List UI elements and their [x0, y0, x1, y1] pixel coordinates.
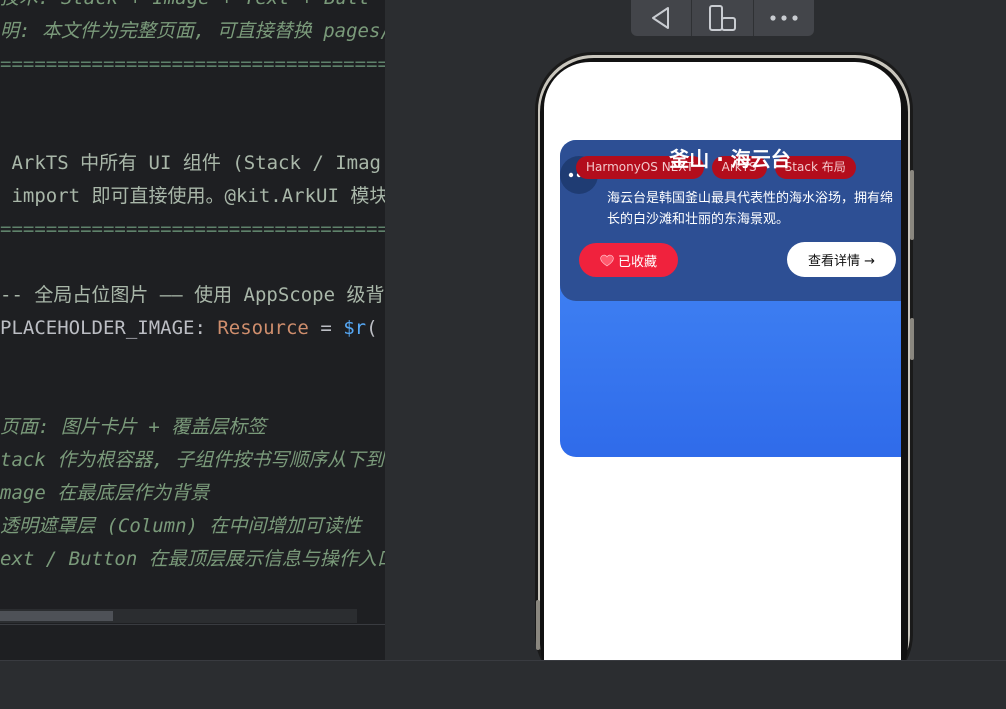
- code-line: =====================================: [0, 218, 385, 240]
- code-line: 明: 本文件为完整页面, 可直接替换 pages/I: [0, 20, 385, 42]
- code-token: PLACEHOLDER_IMAGE: [0, 317, 195, 339]
- code-line: 页面: 图片卡片 + 覆盖层标签: [0, 416, 267, 438]
- back-button[interactable]: [631, 0, 691, 36]
- editor-divider: [0, 624, 385, 625]
- side-button-left: [536, 600, 540, 650]
- previewer-toolbar: [631, 0, 814, 36]
- device-rotate-icon: [709, 5, 737, 31]
- code-line: mage 在最底层作为背景: [0, 482, 210, 504]
- favorite-button[interactable]: 已收藏: [579, 243, 678, 277]
- status-bar: [0, 660, 1006, 709]
- card-title: 釜山 · 海云台: [669, 147, 791, 171]
- code-line: PLACEHOLDER_IMAGE: Resource = $r(: [0, 316, 378, 340]
- more-button[interactable]: [754, 0, 814, 36]
- code-token: $r: [343, 317, 367, 339]
- code-token: Resource: [217, 317, 309, 339]
- view-details-button[interactable]: 查看详情 →: [787, 242, 896, 277]
- code-line: 技术: Stack + Image + Text + Butt: [0, 0, 370, 10]
- card-description: 海云台是韩国釜山最具代表性的海水浴场，拥有绵长的白沙滩和壮丽的东海景观。: [607, 191, 894, 227]
- more-icon: [770, 15, 798, 21]
- overlay-mask: HarmonyOS NEXT ArkTS Stack 布局 釜山 · 海云台 海云台…: [560, 140, 901, 301]
- image-card[interactable]: HarmonyOS NEXT ArkTS Stack 布局 釜山 · 海云台 海云台…: [560, 140, 901, 457]
- code-token: (: [366, 317, 378, 339]
- device-screen: HarmonyOS NEXT ArkTS Stack 布局 釜山 · 海云台 海云台…: [544, 62, 901, 660]
- code-token: :: [194, 317, 218, 339]
- code-line: ArkTS 中所有 UI 组件 (Stack / Imag: [0, 152, 381, 174]
- code-editor[interactable]: 技术: Stack + Image + Text + Butt 明: 本文件为完整…: [0, 0, 385, 660]
- horizontal-scrollbar-thumb[interactable]: [0, 611, 113, 621]
- code-line: 透明遮罩层 (Column) 在中间增加可读性: [0, 515, 362, 537]
- rotate-device-button[interactable]: [692, 0, 752, 36]
- code-line: ext / Button 在最顶层展示信息与操作入口: [0, 548, 385, 570]
- code-line: tack 作为根容器, 子组件按书写顺序从下到上: [0, 449, 385, 471]
- favorite-label: 已收藏: [617, 254, 657, 270]
- code-token: =: [308, 317, 344, 339]
- code-line: =====================================: [0, 53, 385, 75]
- code-line: import 即可直接使用。@kit.ArkUI 模块: [0, 185, 385, 207]
- previewer-pane: HarmonyOS NEXT ArkTS Stack 布局 釜山 · 海云台 海云台…: [385, 0, 1006, 660]
- side-button-volume: [910, 170, 914, 240]
- heart-icon: [600, 254, 614, 266]
- code-line: -- 全局占位图片 —— 使用 AppScope 级背: [0, 284, 385, 306]
- back-icon: [652, 7, 670, 29]
- side-button-power: [910, 318, 914, 360]
